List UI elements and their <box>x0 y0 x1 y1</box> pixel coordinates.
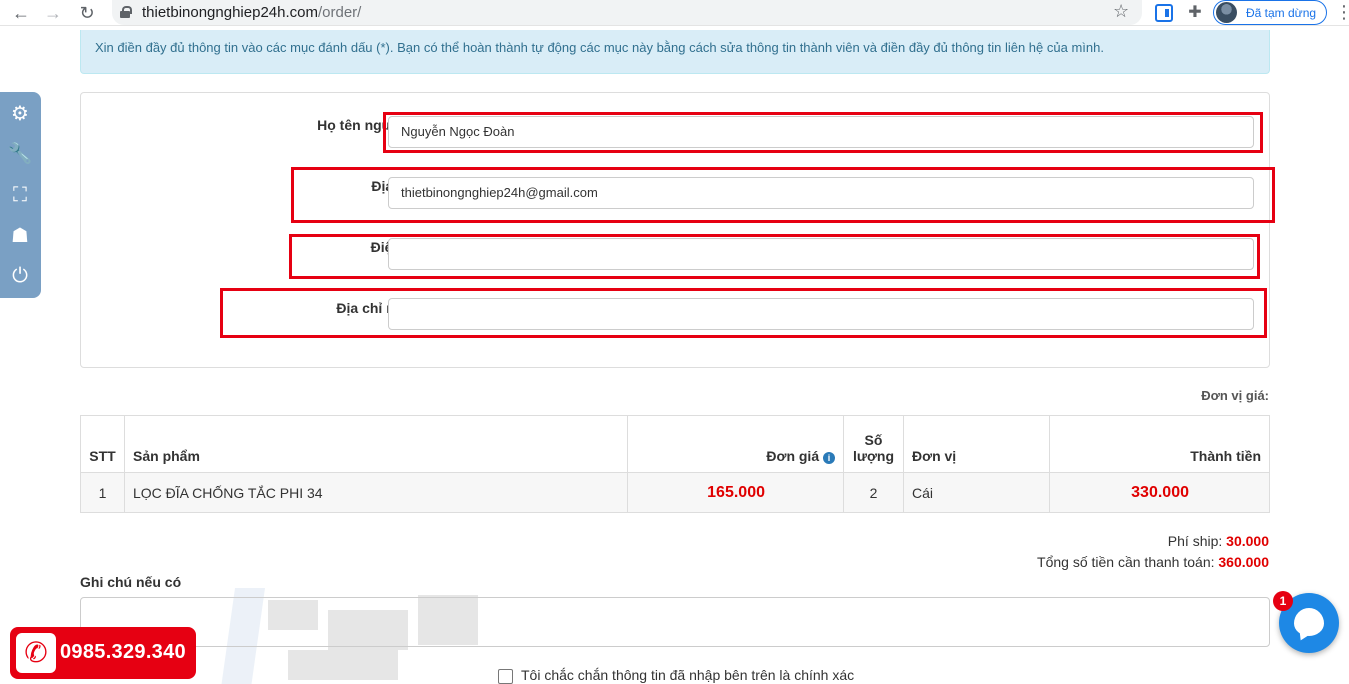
shipping-fee: Phí ship: 30.000 <box>1167 533 1269 549</box>
grand-total-value: 360.000 <box>1218 554 1269 570</box>
cell-total: 330.000 <box>1049 472 1270 513</box>
table-header-row: STT Sản phẩm Đơn giá i Số lượng Đơn vị Th… <box>80 415 1270 473</box>
info-icon[interactable]: i <box>823 452 835 464</box>
profile-status: Đã tạm dừng <box>1246 6 1317 20</box>
confirm-checkbox[interactable] <box>498 669 513 684</box>
info-alert: Xin điền đầy đủ thông tin vào các mục đá… <box>80 30 1270 74</box>
url-path: /order/ <box>317 4 362 21</box>
lock-icon <box>120 6 132 18</box>
power-icon[interactable]: ⏻ <box>6 262 34 290</box>
header-quantity: Số lượng <box>843 415 904 473</box>
cell-quantity: 2 <box>843 472 904 513</box>
cell-price: 165.000 <box>627 472 844 513</box>
header-price: Đơn giá i <box>627 415 844 473</box>
order-table: STT Sản phẩm Đơn giá i Số lượng Đơn vị Th… <box>80 415 1270 513</box>
header-product: Sản phẩm <box>124 415 628 473</box>
wrench-icon[interactable]: 🔧 <box>6 140 34 168</box>
hotline-number: 0985.329.340 <box>60 641 186 663</box>
extension-icon[interactable] <box>1155 4 1173 22</box>
crop-frame-icon[interactable]: ⛶ <box>6 181 34 209</box>
profile-button[interactable]: Đã tạm dừng <box>1213 0 1327 25</box>
reload-icon[interactable]: ↻ <box>76 2 98 24</box>
cell-stt: 1 <box>80 472 125 513</box>
header-total: Thành tiền <box>1049 415 1270 473</box>
shipping-fee-value: 30.000 <box>1226 533 1269 549</box>
back-arrow-icon[interactable]: ← <box>10 2 32 24</box>
highlight-box-name <box>383 112 1263 153</box>
kebab-menu-icon[interactable]: ⋮ <box>1335 2 1349 23</box>
forward-arrow-icon[interactable]: → <box>42 2 64 24</box>
puzzle-extensions-icon[interactable]: ✚ <box>1186 4 1204 22</box>
messenger-icon <box>1294 608 1324 636</box>
header-stt: STT <box>80 415 125 473</box>
gears-icon[interactable]: ⚙ <box>6 100 34 128</box>
price-unit-note: Đơn vị giá: <box>1201 388 1269 403</box>
highlight-box-email <box>291 167 1275 223</box>
bookmark-star-icon[interactable]: ☆ <box>1113 1 1129 22</box>
grand-total: Tổng số tiền cần thanh toán: 360.000 <box>1037 554 1269 570</box>
url-domain: thietbinongnghiep24h.com <box>142 4 318 21</box>
hotline-button[interactable]: 0985.329.340 <box>10 627 196 679</box>
confirm-label: Tôi chắc chắn thông tin đã nhập bên trên… <box>521 667 855 683</box>
alert-text: Xin điền đầy đủ thông tin vào các mục đá… <box>95 40 1104 55</box>
highlight-box-phone <box>289 234 1260 279</box>
avatar <box>1216 2 1237 23</box>
header-unit: Đơn vị <box>903 415 1050 473</box>
notification-badge: 1 <box>1273 591 1293 611</box>
table-row: 1 LỌC ĐĨA CHỐNG TẮC PHI 34 165.000 2 Cái… <box>80 472 1270 513</box>
phone-icon <box>16 633 56 673</box>
user-icon[interactable]: ☗ <box>6 222 34 250</box>
browser-toolbar: ← → ↻ thietbinongnghiep24h.com/order/ ☆ … <box>0 0 1349 26</box>
highlight-box-address <box>220 288 1267 338</box>
cell-unit: Cái <box>903 472 1050 513</box>
side-toolbar: ⚙ 🔧 ⛶ ☗ ⏻ <box>0 92 41 298</box>
address-bar[interactable]: thietbinongnghiep24h.com/order/ <box>112 0 1142 25</box>
note-label: Ghi chú nếu có <box>80 574 182 590</box>
note-textarea[interactable] <box>80 597 1270 647</box>
cell-product: LỌC ĐĨA CHỐNG TẮC PHI 34 <box>124 472 628 513</box>
